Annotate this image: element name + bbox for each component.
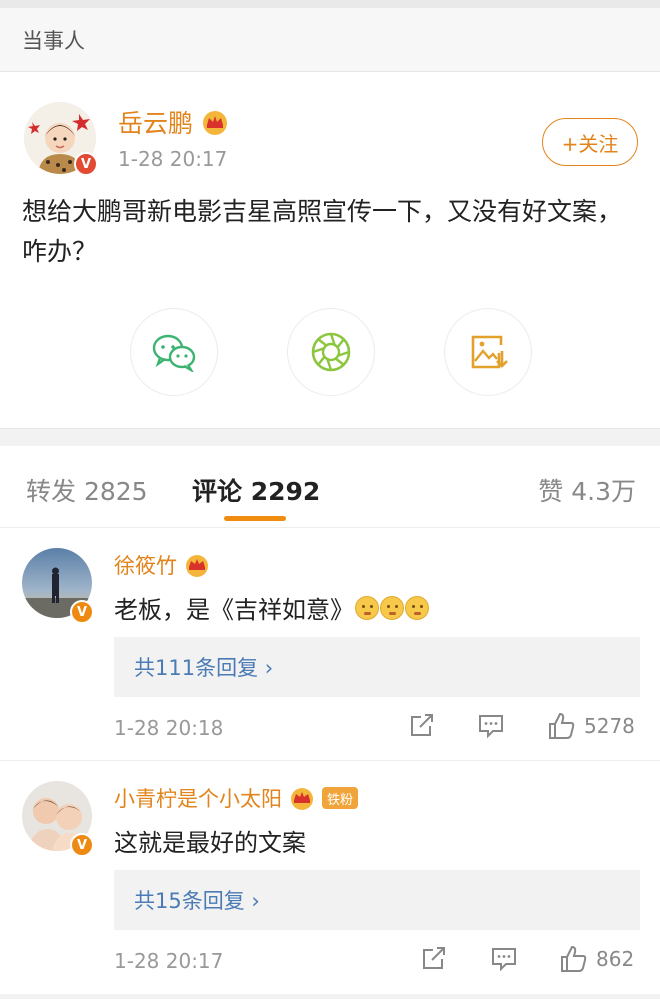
follow-button[interactable]: +关注 — [542, 118, 638, 166]
post-text: 想给大鹏哥新电影吉星高照宣传一下，又没有好文案，咋办？ — [22, 197, 623, 266]
share-out-icon — [423, 947, 445, 969]
section-title: 当事人 — [22, 28, 85, 53]
repost-button[interactable] — [408, 711, 436, 739]
verified-badge-icon: V — [74, 152, 98, 176]
crown-vip-icon — [203, 111, 228, 135]
share-moments-button[interactable] — [287, 308, 375, 396]
moments-icon — [311, 332, 351, 372]
thumbs-up-icon — [561, 945, 587, 972]
like-count: 862 — [596, 947, 635, 971]
comment-text: 这就是最好的文案 — [114, 823, 306, 858]
commenter-name[interactable]: 徐筱竹 — [114, 550, 211, 580]
save-image-button[interactable] — [444, 308, 532, 396]
crown-vip-icon — [186, 555, 208, 577]
share-out-icon — [411, 714, 433, 736]
like-count: 5278 — [584, 714, 635, 738]
active-tab-indicator — [224, 516, 286, 521]
post-time: 1-28 20:17 — [118, 147, 228, 171]
tab-comments[interactable]: 评论 2292 — [192, 472, 320, 508]
view-replies-button[interactable]: 共15条回复 › — [114, 870, 640, 930]
like-button[interactable]: 862 — [558, 944, 634, 974]
post-card: V 岳云鹏 1-28 20:17 +关注 想给大鹏哥新电影吉星高照宣传一下，又没… — [0, 72, 660, 428]
share-wechat-button[interactable] — [130, 308, 218, 396]
emoji-icon — [380, 595, 404, 620]
repost-button[interactable] — [420, 944, 448, 972]
emoji-icon — [355, 595, 379, 620]
section-gap — [0, 428, 660, 446]
reply-button[interactable] — [490, 944, 518, 972]
comment-icon — [492, 948, 516, 972]
tab-repost[interactable]: 转发 2825 — [26, 472, 148, 508]
save-image-icon — [471, 335, 508, 369]
comment-item: V 小青柠是个小太阳 铁粉 这就是最好的文案 共15条回复 › 1-28 20:… — [0, 761, 660, 994]
comment-text: 老板，是《吉祥如意》 — [114, 590, 429, 625]
verified-badge-icon: V — [70, 600, 94, 624]
author-name[interactable]: 岳云鹏 — [118, 104, 193, 140]
reply-button[interactable] — [477, 711, 505, 739]
emoji-icon — [405, 595, 429, 620]
comment-item: V 徐筱竹 老板，是《吉祥如意》 共111条回复 › 1-28 20:18 52… — [0, 528, 660, 761]
commenter-name-text[interactable]: 小青柠是个小太阳 — [114, 783, 282, 813]
interaction-tabs: 转发 2825 评论 2292 赞 4.3万 — [0, 446, 660, 528]
verified-badge-icon: V — [70, 833, 94, 857]
comment-time: 1-28 20:18 — [114, 716, 224, 740]
section-header: 当事人 — [0, 8, 660, 72]
share-row — [0, 308, 660, 398]
thumbs-up-icon — [549, 712, 575, 739]
comment-body: 老板，是《吉祥如意》 — [114, 596, 354, 624]
comment-icon — [479, 715, 503, 739]
post-author[interactable]: 岳云鹏 — [118, 104, 229, 140]
comment-body: 这就是最好的文案 — [114, 829, 306, 857]
commenter-name[interactable]: 小青柠是个小太阳 铁粉 — [114, 783, 359, 813]
like-button[interactable]: 5278 — [546, 711, 635, 741]
crown-vip-icon — [291, 788, 313, 810]
comment-time: 1-28 20:17 — [114, 949, 224, 973]
commenter-name-text[interactable]: 徐筱竹 — [114, 550, 177, 580]
tab-likes[interactable]: 赞 4.3万 — [538, 472, 636, 508]
wechat-icon — [152, 334, 196, 372]
fan-badge: 铁粉 — [322, 787, 359, 809]
view-replies-button[interactable]: 共111条回复 › — [114, 637, 640, 697]
top-strip — [0, 0, 660, 8]
